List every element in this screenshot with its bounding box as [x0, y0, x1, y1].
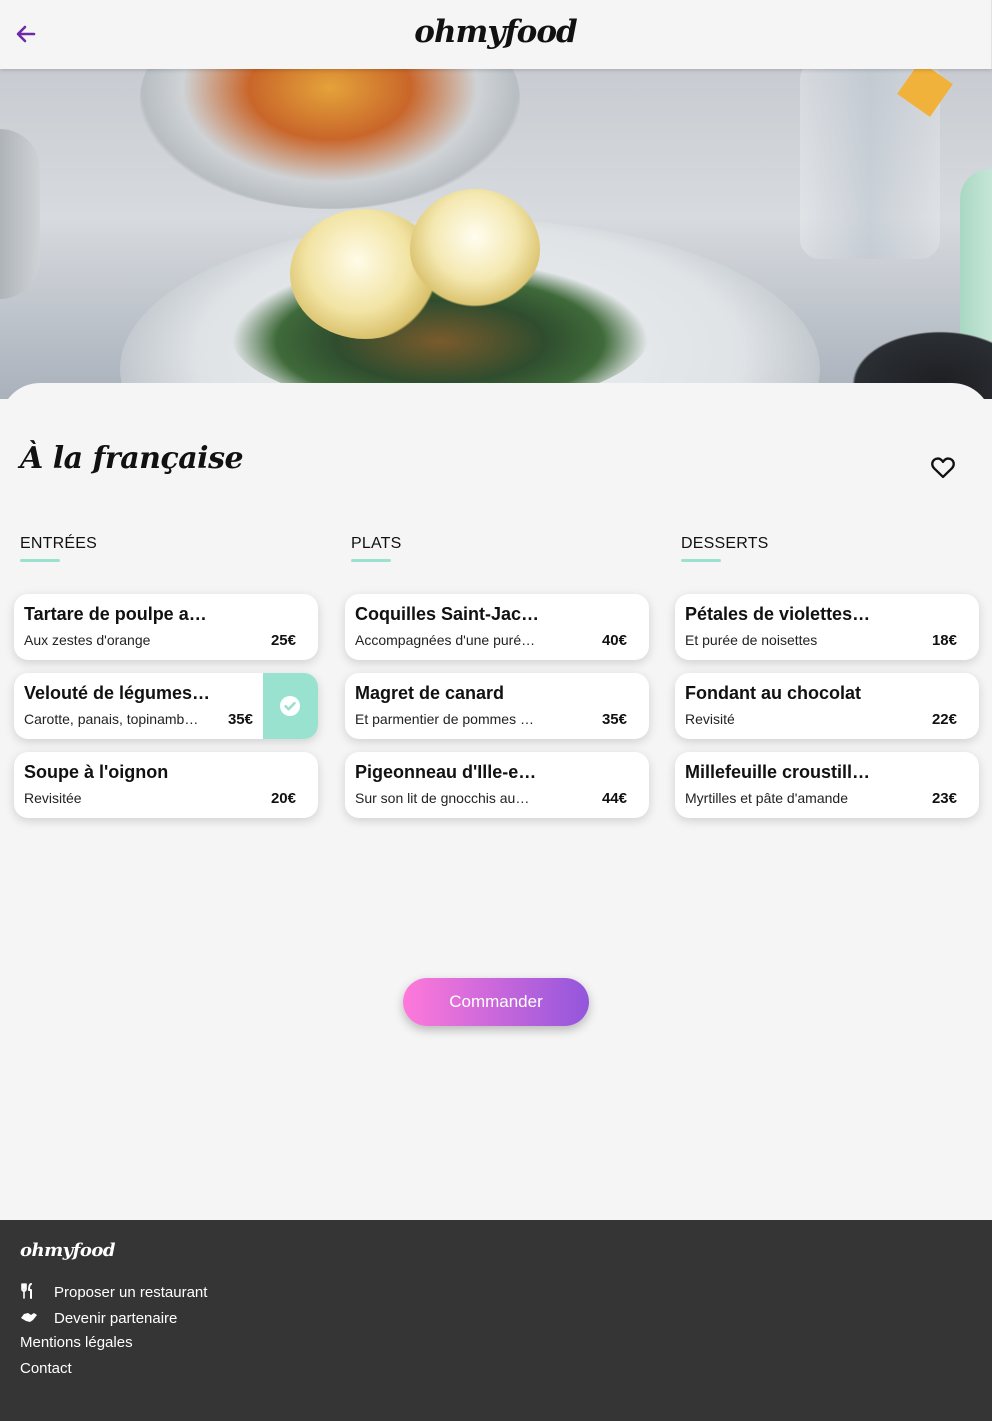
item-price: 35€ [601, 711, 627, 728]
item-description: Aux zestes d'orange [24, 632, 151, 648]
item-price: 44€ [601, 790, 627, 807]
hero-image [0, 69, 992, 399]
footer-link-label: Proposer un restaurant [54, 1284, 208, 1301]
item-name: Millefeuille croustill… [685, 762, 871, 782]
item-price: 22€ [931, 711, 957, 728]
item-name: Fondant au chocolat [685, 683, 862, 703]
item-description: Carotte, panais, topinamb… [24, 711, 199, 727]
column-title: PLATS [351, 535, 402, 552]
item-description: Revisitée [24, 790, 82, 806]
item-name: Coquilles Saint-Jac… [355, 604, 540, 624]
top-header: ohmyfood [0, 0, 992, 69]
restaurant-title: À la française [20, 441, 244, 476]
item-price: 20€ [270, 790, 296, 807]
footer-link-become-partner[interactable]: Devenir partenaire [20, 1309, 177, 1327]
footer-link-contact[interactable]: Contact [20, 1360, 72, 1377]
menu-item-card[interactable]: Magret de canard Et parmentier de pommes… [345, 673, 649, 739]
item-price: 40€ [601, 632, 627, 649]
handshake-icon [20, 1309, 37, 1325]
footer-link-propose-restaurant[interactable]: Proposer un restaurant [20, 1283, 207, 1301]
item-description: Accompagnées d'une puré… [355, 632, 536, 648]
item-description: Et parmentier de pommes … [355, 711, 534, 727]
item-name: Pigeonneau d'Ille-e… [355, 762, 537, 782]
menu-item-card[interactable]: Coquilles Saint-Jac… Accompagnées d'une … [345, 594, 649, 660]
item-price: 18€ [931, 632, 957, 649]
footer-logo[interactable]: ohmyfood [20, 1240, 115, 1261]
column-underline [20, 559, 60, 562]
item-name: Soupe à l'oignon [24, 762, 169, 782]
item-description: Et purée de noisettes [685, 632, 818, 648]
item-description: Sur son lit de gnocchis au… [355, 790, 530, 806]
menu-item-card[interactable]: Tartare de poulpe a… Aux zestes d'orange… [14, 594, 318, 660]
column-title: ENTRÉES [20, 535, 97, 552]
selected-indicator[interactable] [263, 673, 318, 739]
item-name: Pétales de violettes… [685, 604, 871, 624]
header-logo[interactable]: ohmyfood [0, 14, 991, 50]
column-underline [681, 559, 721, 562]
menu-item-card[interactable]: Fondant au chocolat Revisité 22€ [675, 673, 979, 739]
favorite-button[interactable] [929, 453, 957, 481]
item-price: 23€ [931, 790, 957, 807]
order-button[interactable]: Commander [403, 978, 589, 1026]
item-price: 25€ [270, 632, 296, 649]
item-name: Magret de canard [355, 683, 505, 703]
menu-item-card[interactable]: Pétales de violettes… Et purée de noiset… [675, 594, 979, 660]
menu-item-card[interactable]: Pigeonneau d'Ille-e… Sur son lit de gnoc… [345, 752, 649, 818]
footer-link-legal[interactable]: Mentions légales [20, 1334, 133, 1351]
heart-outline-icon [931, 457, 955, 479]
footer-link-label: Devenir partenaire [54, 1310, 178, 1327]
column-underline [351, 559, 391, 562]
menu-section: À la française ENTRÉES Tartare de poulpe… [0, 383, 992, 1214]
menu-item-card[interactable]: Millefeuille croustill… Myrtilles et pât… [675, 752, 979, 818]
footer: ohmyfood Proposer un restaurant Devenir … [0, 1220, 992, 1421]
item-price: 35€ [227, 711, 253, 728]
item-description: Myrtilles et pâte d'amande [685, 790, 848, 806]
column-title: DESSERTS [681, 535, 769, 552]
utensils-icon [20, 1283, 36, 1299]
menu-item-card-selected[interactable]: Velouté de légumes… Carotte, panais, top… [14, 673, 318, 739]
item-name: Tartare de poulpe a… [24, 604, 207, 624]
item-name: Velouté de légumes… [24, 683, 211, 703]
check-circle-icon [280, 696, 300, 716]
item-description: Revisité [685, 711, 735, 727]
menu-item-card[interactable]: Soupe à l'oignon Revisitée 20€ [14, 752, 318, 818]
